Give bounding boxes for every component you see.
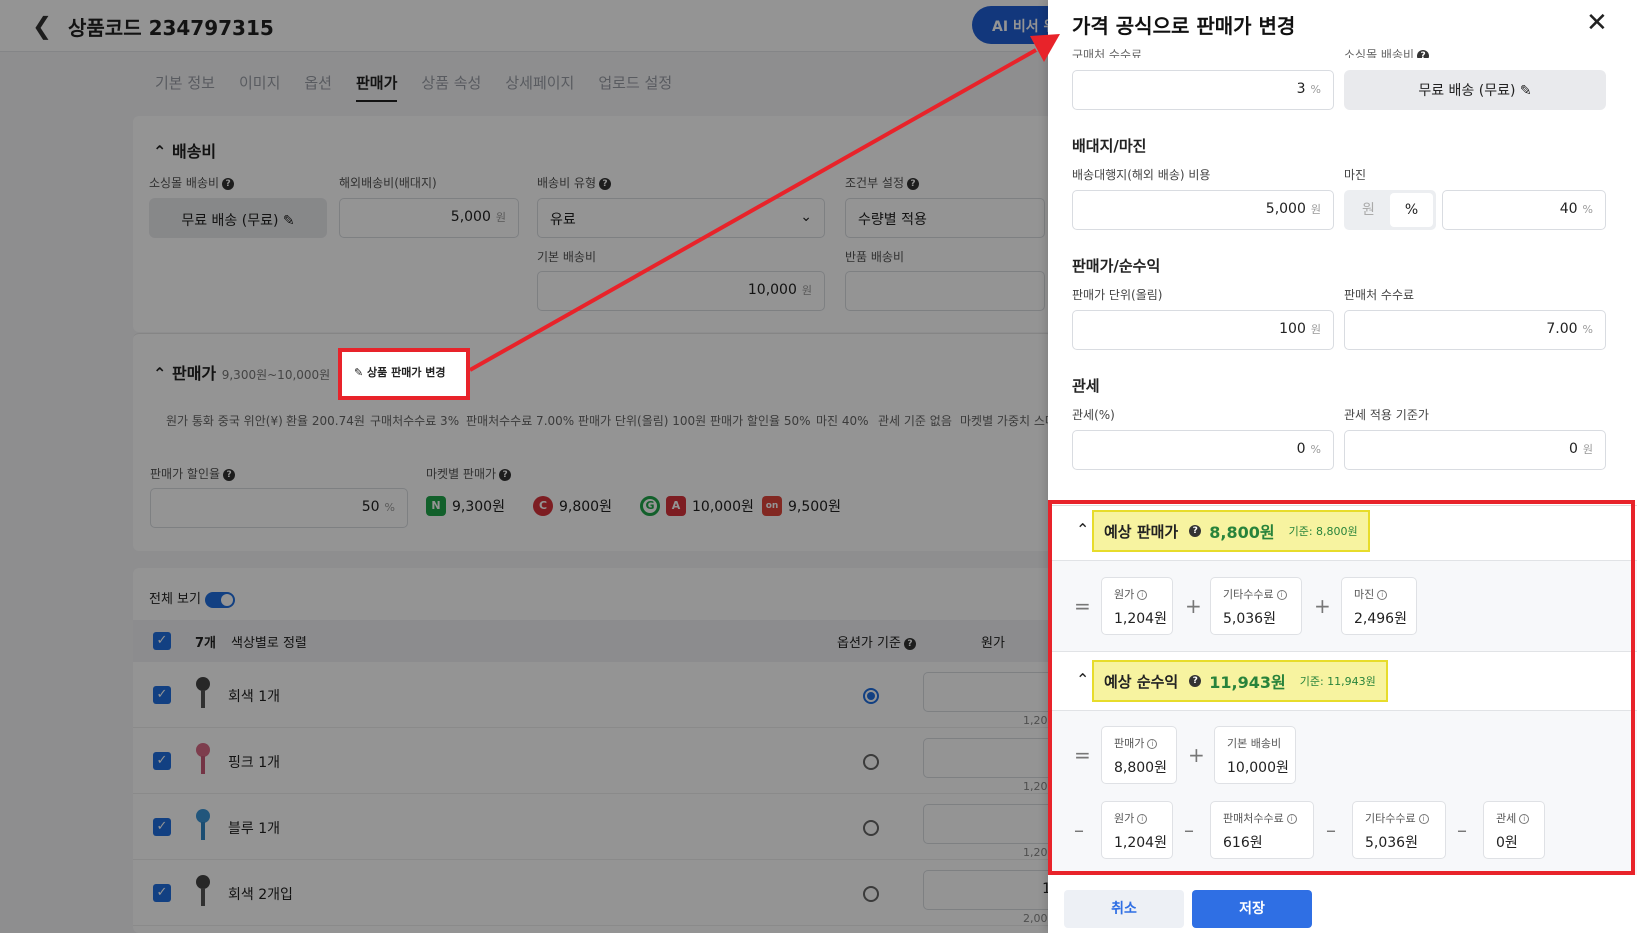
annotation-arrow-line	[469, 48, 1037, 372]
annotation-arrow	[469, 34, 1060, 372]
annotation-arrow-head	[1030, 34, 1060, 62]
